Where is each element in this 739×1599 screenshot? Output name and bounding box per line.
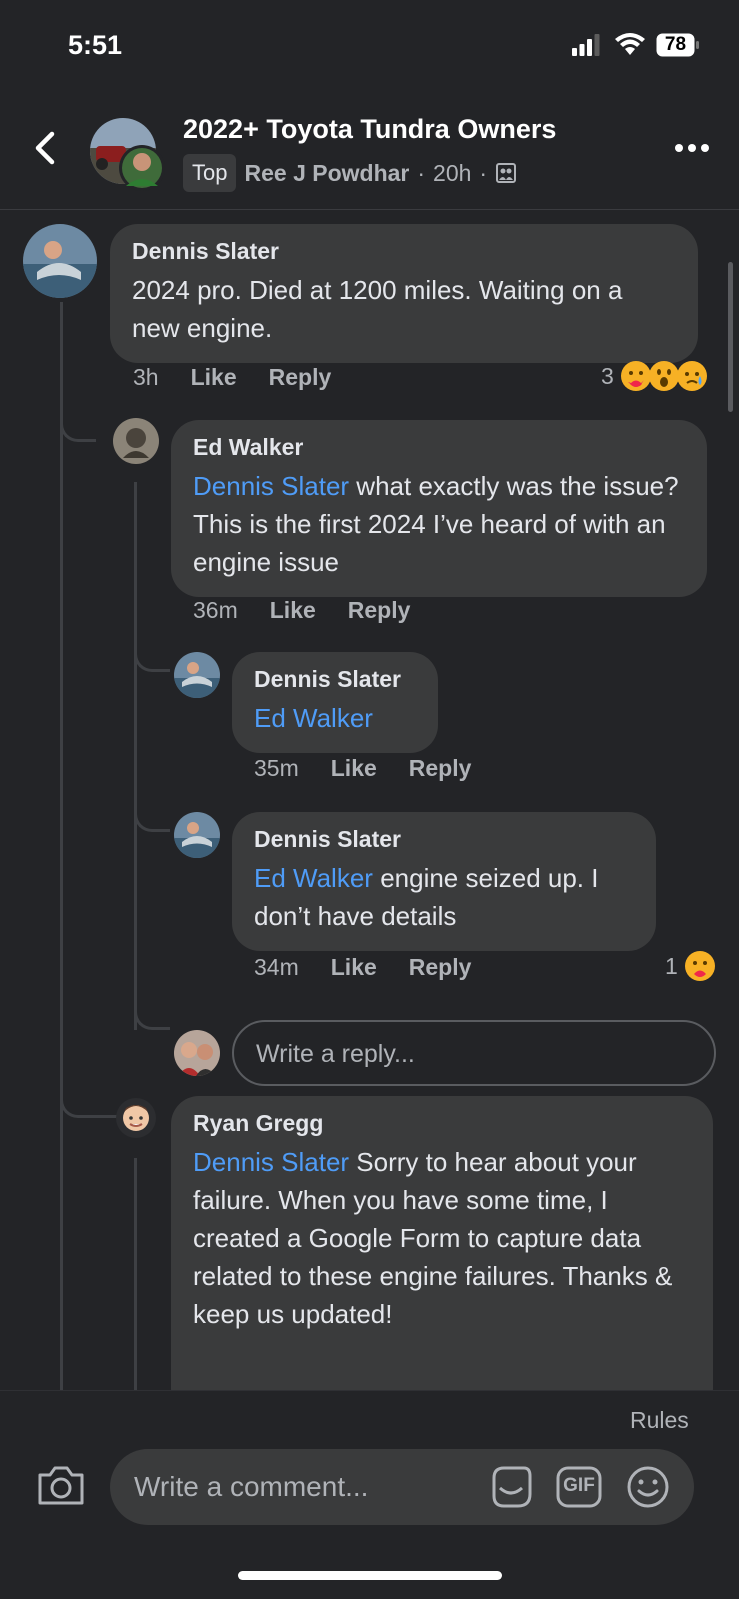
like-button[interactable]: Like — [270, 597, 316, 624]
reply-button[interactable]: Reply — [269, 364, 332, 391]
post-meta: Top Ree J Powdhar · 20h · — [183, 154, 517, 192]
meta-separator-2: · — [479, 159, 488, 186]
commenter-name[interactable]: Dennis Slater — [132, 238, 676, 265]
comment-text: Dennis Slater Sorry to hear about your f… — [193, 1143, 691, 1333]
mention-link[interactable]: Dennis Slater — [193, 1147, 349, 1177]
commenter-name[interactable]: Dennis Slater — [254, 826, 634, 853]
thread-line-ed — [134, 482, 137, 1030]
camera-icon[interactable] — [36, 1463, 86, 1507]
commenter-name[interactable]: Ryan Gregg — [193, 1110, 691, 1137]
avatar-sticker-icon[interactable] — [488, 1464, 534, 1510]
comment-actions: 34m Like Reply — [254, 954, 471, 981]
comment-actions: 36m Like Reply — [193, 597, 410, 624]
comment-bubble[interactable]: Dennis Slater Ed Walker engine seized up… — [232, 812, 656, 951]
battery-icon: 78 — [656, 33, 700, 57]
thread-elbow — [60, 1082, 120, 1118]
group-privacy-icon — [496, 163, 517, 183]
scrollbar[interactable] — [728, 262, 733, 412]
back-chevron-icon[interactable] — [28, 128, 62, 168]
comment-text: 2024 pro. Died at 1200 miles. Waiting on… — [132, 275, 623, 343]
reaction-summary[interactable]: 3 — [601, 360, 708, 392]
thread-elbow — [134, 642, 170, 672]
sad-reaction-icon — [676, 361, 707, 391]
status-bar: 5:51 78 — [0, 0, 739, 90]
comment-actions: 35m Like Reply — [254, 755, 471, 782]
comment-time[interactable]: 34m — [254, 954, 299, 981]
rules-link[interactable]: Rules — [630, 1407, 689, 1434]
comments-list[interactable]: Dennis Slater 2024 pro. Died at 1200 mil… — [0, 210, 739, 1390]
top-badge: Top — [183, 154, 237, 192]
commenter-name[interactable]: Dennis Slater — [254, 666, 416, 693]
current-user-avatar — [174, 1030, 220, 1076]
post-author[interactable]: Ree J Powdhar — [244, 160, 409, 187]
avatar[interactable] — [23, 224, 97, 298]
emoji-icon[interactable] — [626, 1465, 670, 1509]
thread-elbow — [134, 1000, 170, 1030]
cellular-signal-icon — [572, 34, 600, 56]
reply-button[interactable]: Reply — [409, 755, 472, 782]
comment-time[interactable]: 36m — [193, 597, 238, 624]
mention-link[interactable]: Ed Walker — [254, 703, 373, 733]
like-button[interactable]: Like — [331, 954, 377, 981]
thread-elbow — [60, 406, 96, 442]
comment-actions: 3h Like Reply — [133, 364, 331, 391]
post-age: 20h — [433, 159, 472, 186]
comment-placeholder: Write a comment... — [134, 1471, 369, 1502]
comment-bubble[interactable]: Dennis Slater 2024 pro. Died at 1200 mil… — [110, 224, 698, 363]
comment-text: Dennis Slater what exactly was the issue… — [193, 467, 685, 581]
thread-line-ryan — [134, 1158, 137, 1390]
avatar[interactable] — [174, 812, 220, 858]
comment-text: Ed Walker — [254, 699, 416, 737]
meta-separator: · — [417, 159, 426, 186]
mention-link[interactable]: Ed Walker — [254, 863, 373, 893]
like-button[interactable]: Like — [331, 755, 377, 782]
reaction-count: 1 — [665, 952, 678, 979]
avatar[interactable] — [174, 652, 220, 698]
group-avatar[interactable] — [90, 118, 168, 192]
avatar[interactable] — [116, 1098, 156, 1138]
comment-time[interactable]: 35m — [254, 755, 299, 782]
reply-button[interactable]: Reply — [409, 954, 472, 981]
reaction-summary[interactable]: 1 — [665, 950, 716, 982]
group-title[interactable]: 2022+ Toyota Tundra Owners — [183, 114, 556, 145]
reply-button[interactable]: Reply — [348, 597, 411, 624]
thread-elbow — [134, 802, 170, 832]
commenter-name[interactable]: Ed Walker — [193, 434, 685, 461]
care-reaction-icon — [684, 951, 715, 981]
gif-icon[interactable]: GIF — [556, 1466, 602, 1508]
comment-time[interactable]: 3h — [133, 364, 159, 391]
thread-line-main — [60, 302, 63, 1390]
status-time: 5:51 — [68, 30, 123, 60]
battery-level: 78 — [664, 34, 687, 55]
mention-link[interactable]: Dennis Slater — [193, 471, 349, 501]
comment-bubble[interactable]: Ryan Gregg Dennis Slater Sorry to hear a… — [171, 1096, 713, 1390]
comment-text: Ed Walker engine seized up. I don’t have… — [254, 859, 634, 935]
home-indicator — [238, 1571, 502, 1580]
reply-input[interactable]: Write a reply... — [232, 1020, 716, 1086]
like-button[interactable]: Like — [191, 364, 237, 391]
reaction-count: 3 — [601, 362, 614, 389]
comment-bubble[interactable]: Ed Walker Dennis Slater what exactly was… — [171, 420, 707, 597]
gif-label: GIF — [563, 1475, 595, 1496]
comment-bubble[interactable]: Dennis Slater Ed Walker — [232, 652, 438, 753]
comment-composer: Rules Write a comment... GIF — [0, 1390, 739, 1599]
comment-input[interactable]: Write a comment... GIF — [110, 1449, 694, 1525]
avatar[interactable] — [113, 418, 159, 464]
more-options-icon[interactable] — [674, 140, 710, 156]
post-header: 2022+ Toyota Tundra Owners Top Ree J Pow… — [0, 100, 739, 210]
wifi-icon — [615, 33, 645, 55]
